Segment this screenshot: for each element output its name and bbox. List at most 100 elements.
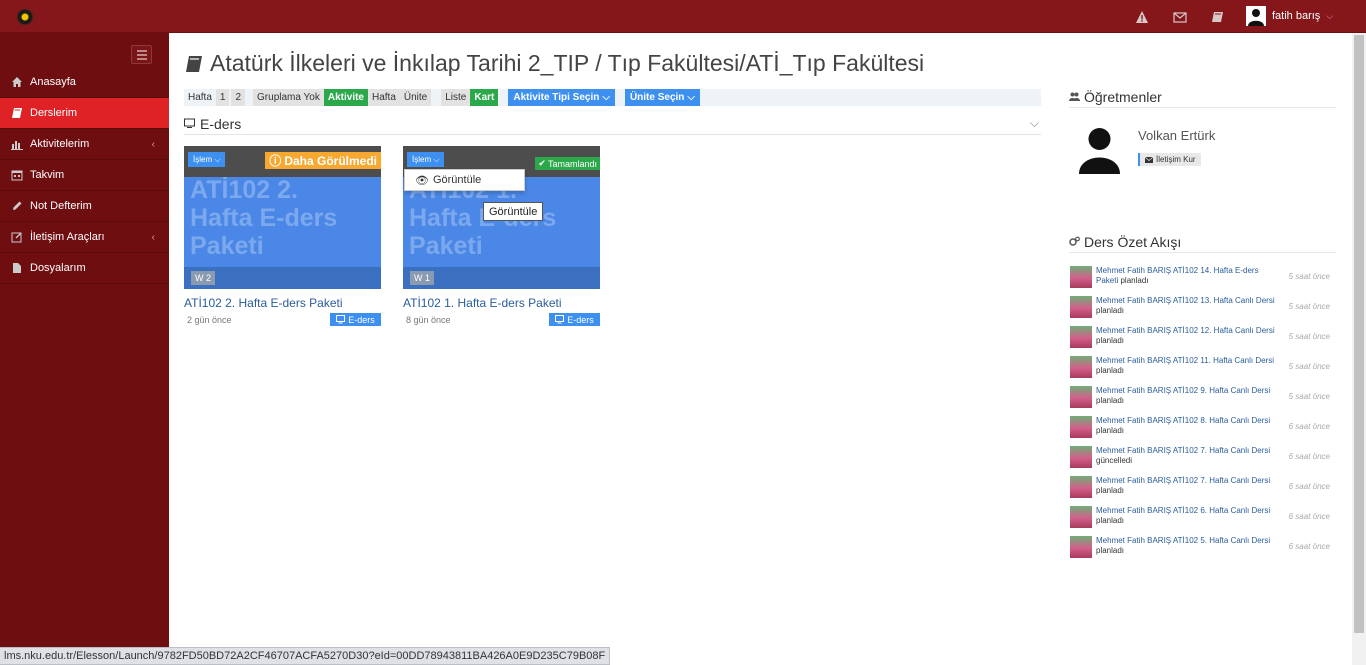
card-thumbnail[interactable]: ATİ102 2. Hafta E-ders Paketi İşlem ⌵ ⓘ D… bbox=[184, 146, 381, 289]
eye-icon: 👁 bbox=[415, 174, 429, 187]
sidebar-item-label: İletişim Araçları bbox=[30, 231, 105, 243]
view-list-button[interactable]: Liste bbox=[441, 89, 471, 106]
lesson-card[interactable]: ATİ102 2. Hafta E-ders Paketi İşlem ⌵ ⓘ D… bbox=[184, 146, 381, 326]
sidebar-item-dosyalarim[interactable]: Dosyalarım bbox=[0, 253, 169, 284]
view-menu-item[interactable]: Görüntüle bbox=[433, 174, 481, 186]
feed-avatar bbox=[1070, 296, 1092, 318]
card-action-button[interactable]: İşlem ⌵ bbox=[188, 152, 226, 167]
feed-link[interactable]: Mehmet Fatih BARIŞ ATİ102 7. Hafta Canlı… bbox=[1096, 476, 1270, 485]
feed-item[interactable]: Mehmet Fatih BARIŞ ATİ102 8. Hafta Canlı… bbox=[1069, 415, 1336, 445]
chevron-down-icon: ⌵ bbox=[1326, 10, 1334, 21]
sidebar: Anasayfa Derslerim Aktivitelerim ‹ Takvi… bbox=[0, 33, 169, 665]
sidebar-item-anasayfa[interactable]: Anasayfa bbox=[0, 67, 169, 98]
action-dropdown-menu[interactable]: 👁 Görüntüle bbox=[404, 169, 525, 191]
group-week-button[interactable]: Hafta bbox=[367, 89, 400, 106]
feed-avatar bbox=[1070, 506, 1092, 528]
view-card-button[interactable]: Kart bbox=[470, 89, 499, 106]
feed-text: Mehmet Fatih BARIŞ ATİ102 12. Hafta Canl… bbox=[1096, 326, 1276, 346]
feed-link[interactable]: Mehmet Fatih BARIŞ ATİ102 5. Hafta Canlı… bbox=[1096, 536, 1270, 545]
card-title-link[interactable]: ATİ102 2. Hafta E-ders Paketi bbox=[184, 296, 381, 310]
scrollbar-thumb[interactable] bbox=[1354, 35, 1364, 633]
mail-icon[interactable] bbox=[1173, 10, 1187, 24]
user-menu[interactable]: fatih barış ⌵ bbox=[1246, 5, 1333, 27]
monitor-icon bbox=[555, 315, 565, 324]
group-none-button[interactable]: Gruplama Yok bbox=[253, 89, 324, 106]
status-text: Daha Görülmedi bbox=[284, 153, 377, 168]
chevron-down-icon: ⌵ bbox=[433, 154, 440, 164]
feed-text: Mehmet Fatih BARIŞ ATİ102 8. Hafta Canlı… bbox=[1096, 416, 1276, 436]
activity-type-label: Aktivite Tipi Seçin bbox=[513, 92, 600, 103]
card-meta: 2 gün önce E-ders bbox=[184, 313, 381, 326]
group-activity-button[interactable]: Aktivite bbox=[323, 89, 368, 106]
feed-link[interactable]: Mehmet Fatih BARIŞ ATİ102 12. Hafta Canl… bbox=[1096, 326, 1275, 335]
feed-action: planladı bbox=[1096, 426, 1125, 435]
teachers-title: Öğretmenler bbox=[1084, 88, 1162, 105]
check-icon: ✔ bbox=[538, 158, 546, 168]
contact-button[interactable]: İletişim Kur bbox=[1138, 153, 1201, 166]
monitor-icon bbox=[336, 315, 346, 324]
page-scrollbar[interactable] bbox=[1352, 33, 1366, 665]
feed-avatar bbox=[1070, 446, 1092, 468]
feed-text: Mehmet Fatih BARIŞ ATİ102 13. Hafta Canl… bbox=[1096, 296, 1276, 316]
feed-item[interactable]: Mehmet Fatih BARIŞ ATİ102 7. Hafta Canlı… bbox=[1069, 445, 1336, 475]
feed-item[interactable]: Mehmet Fatih BARIŞ ATİ102 6. Hafta Canlı… bbox=[1069, 505, 1336, 535]
feed-link[interactable]: Mehmet Fatih BARIŞ ATİ102 9. Hafta Canlı… bbox=[1096, 386, 1270, 395]
activity-type-select[interactable]: Aktivite Tipi Seçin ⌵ bbox=[508, 89, 615, 106]
feed-link[interactable]: Mehmet Fatih BARIŞ ATİ102 8. Hafta Canlı… bbox=[1096, 416, 1270, 425]
bar-chart-icon bbox=[11, 138, 23, 150]
book-icon bbox=[186, 55, 202, 72]
feed-link[interactable]: Mehmet Fatih BARIŞ ATİ102 13. Hafta Canl… bbox=[1096, 296, 1275, 305]
sidebar-item-iletisim-araclari[interactable]: İletişim Araçları ‹ bbox=[0, 222, 169, 253]
feed-action: planladı bbox=[1096, 396, 1125, 405]
sidebar-toggle-button[interactable] bbox=[131, 45, 152, 64]
feed-time: 5 saat önce bbox=[1288, 302, 1330, 311]
feed-time: 5 saat önce bbox=[1288, 362, 1330, 371]
feed-avatar bbox=[1070, 416, 1092, 438]
feed-action: planladı bbox=[1096, 486, 1125, 495]
feed-link[interactable]: Mehmet Fatih BARIŞ ATİ102 11. Hafta Canl… bbox=[1096, 356, 1274, 365]
group-unit-button[interactable]: Ünite bbox=[399, 89, 432, 106]
card-action-button[interactable]: İşlem ⌵ bbox=[407, 152, 445, 167]
book-icon[interactable] bbox=[1211, 10, 1225, 24]
sidebar-item-label: Aktivitelerim bbox=[30, 138, 90, 150]
feed-item[interactable]: Mehmet Fatih BARIŞ ATİ102 5. Hafta Canlı… bbox=[1069, 535, 1336, 565]
feed-item[interactable]: Mehmet Fatih BARIŞ ATİ102 7. Hafta Canlı… bbox=[1069, 475, 1336, 505]
university-logo[interactable] bbox=[14, 8, 36, 26]
sidebar-item-derslerim[interactable]: Derslerim bbox=[0, 98, 169, 129]
feed-text: Mehmet Fatih BARIŞ ATİ102 5. Hafta Canlı… bbox=[1096, 536, 1276, 556]
feed-item[interactable]: Mehmet Fatih BARIŞ ATİ102 12. Hafta Canl… bbox=[1069, 325, 1336, 355]
feed-avatar bbox=[1070, 356, 1092, 378]
sidebar-item-label: Takvim bbox=[30, 169, 65, 181]
pencil-icon bbox=[11, 200, 23, 212]
chevron-down-icon[interactable]: ⌵ bbox=[1030, 116, 1039, 131]
course-title: Atatürk İlkeleri ve İnkılap Tarihi 2_TIP… bbox=[210, 50, 925, 76]
sidebar-item-takvim[interactable]: Takvim bbox=[0, 160, 169, 191]
week-2-button[interactable]: 2 bbox=[231, 89, 246, 106]
top-navbar: fatih barış ⌵ bbox=[0, 0, 1366, 33]
feed-time: 6 saat önce bbox=[1288, 482, 1330, 491]
unit-select[interactable]: Ünite Seçin ⌵ bbox=[624, 89, 700, 106]
page-title: Atatürk İlkeleri ve İnkılap Tarihi 2_TIP… bbox=[184, 50, 924, 77]
feed-item[interactable]: Mehmet Fatih BARIŞ ATİ102 11. Hafta Canl… bbox=[1069, 355, 1336, 385]
action-label: İşlem bbox=[193, 155, 213, 164]
feed-link[interactable]: Mehmet Fatih BARIŞ ATİ102 7. Hafta Canlı… bbox=[1096, 446, 1270, 455]
tooltip: Görüntüle bbox=[483, 202, 544, 221]
edit-icon bbox=[11, 231, 23, 243]
feed-item[interactable]: Mehmet Fatih BARIŞ ATİ102 9. Hafta Canlı… bbox=[1069, 385, 1336, 415]
type-tag-label: E-ders bbox=[567, 314, 594, 325]
sidebar-item-aktivitelerim[interactable]: Aktivitelerim ‹ bbox=[0, 129, 169, 160]
warning-icon[interactable] bbox=[1135, 10, 1149, 24]
feed-action: güncelledi bbox=[1096, 456, 1133, 465]
sidebar-menu: Anasayfa Derslerim Aktivitelerim ‹ Takvi… bbox=[0, 67, 169, 284]
envelope-icon bbox=[1145, 156, 1153, 163]
feed-item[interactable]: Mehmet Fatih BARIŞ ATİ102 13. Hafta Canl… bbox=[1069, 295, 1336, 325]
sidebar-item-not-defterim[interactable]: Not Defterim bbox=[0, 191, 169, 222]
filter-bar: Hafta 1 2 Gruplama Yok Aktivite Hafta Ün… bbox=[184, 89, 1041, 106]
card-title-link[interactable]: ATİ102 1. Hafta E-ders Paketi bbox=[403, 296, 600, 310]
feed-link[interactable]: Mehmet Fatih BARIŞ ATİ102 6. Hafta Canlı… bbox=[1096, 506, 1270, 515]
feed-item[interactable]: Mehmet Fatih BARIŞ ATİ102 14. Hafta E-de… bbox=[1069, 265, 1336, 295]
info-icon: ⓘ bbox=[269, 154, 282, 168]
card-time: 8 gün önce bbox=[406, 315, 451, 325]
browser-status-bar: lms.nku.edu.tr/Elesson/Launch/9782FD50BD… bbox=[0, 647, 611, 665]
week-1-button[interactable]: 1 bbox=[215, 89, 230, 106]
